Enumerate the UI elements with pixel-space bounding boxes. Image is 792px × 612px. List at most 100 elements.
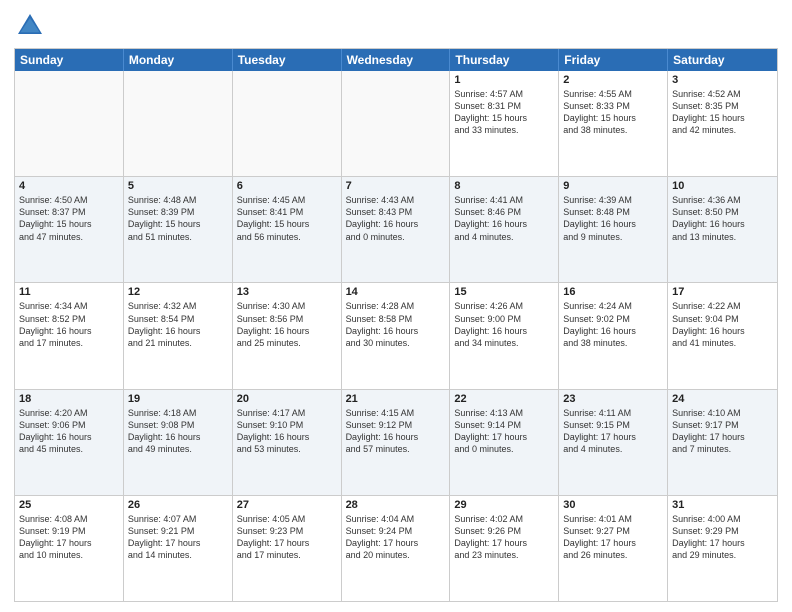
day-cell-21: 21 Sunrise: 4:15 AM Sunset: 9:12 PM Dayli…: [342, 390, 451, 495]
day-info: Sunrise: 4:11 AM Sunset: 9:15 PM Dayligh…: [563, 407, 663, 456]
day-number: 7: [346, 180, 446, 192]
day-number: 5: [128, 180, 228, 192]
day-cell-23: 23 Sunrise: 4:11 AM Sunset: 9:15 PM Dayli…: [559, 390, 668, 495]
day-number: 15: [454, 286, 554, 298]
calendar-body: 1 Sunrise: 4:57 AM Sunset: 8:31 PM Daylig…: [15, 71, 777, 601]
day-number: 16: [563, 286, 663, 298]
day-cell-14: 14Sunrise: 4:28 AM Sunset: 8:58 PM Dayli…: [342, 283, 451, 388]
day-cell-18: 18 Sunrise: 4:20 AM Sunset: 9:06 PM Dayli…: [15, 390, 124, 495]
day-number: 25: [19, 499, 119, 511]
day-number: 10: [672, 180, 773, 192]
day-cell-5: 5 Sunrise: 4:48 AM Sunset: 8:39 PM Daylig…: [124, 177, 233, 282]
day-info: Sunrise: 4:57 AM Sunset: 8:31 PM Dayligh…: [454, 88, 554, 137]
day-info: Sunrise: 4:22 AM Sunset: 9:04 PM Dayligh…: [672, 300, 773, 349]
day-info: Sunrise: 4:05 AM Sunset: 9:23 PM Dayligh…: [237, 513, 337, 562]
day-number: 19: [128, 393, 228, 405]
day-cell-30: 30Sunrise: 4:01 AM Sunset: 9:27 PM Dayli…: [559, 496, 668, 601]
day-cell-28: 28 Sunrise: 4:04 AM Sunset: 9:24 PM Dayli…: [342, 496, 451, 601]
day-info: Sunrise: 4:13 AM Sunset: 9:14 PM Dayligh…: [454, 407, 554, 456]
calendar-week-2: 4 Sunrise: 4:50 AM Sunset: 8:37 PM Daylig…: [15, 177, 777, 283]
day-info: Sunrise: 4:30 AM Sunset: 8:56 PM Dayligh…: [237, 300, 337, 349]
day-info: Sunrise: 4:08 AM Sunset: 9:19 PM Dayligh…: [19, 513, 119, 562]
day-number: 23: [563, 393, 663, 405]
day-cell-22: 22 Sunrise: 4:13 AM Sunset: 9:14 PM Dayli…: [450, 390, 559, 495]
day-info: Sunrise: 4:04 AM Sunset: 9:24 PM Dayligh…: [346, 513, 446, 562]
day-number: 22: [454, 393, 554, 405]
day-info: Sunrise: 4:17 AM Sunset: 9:10 PM Dayligh…: [237, 407, 337, 456]
calendar-week-5: 25 Sunrise: 4:08 AM Sunset: 9:19 PM Dayli…: [15, 496, 777, 601]
day-cell-12: 12 Sunrise: 4:32 AM Sunset: 8:54 PM Dayli…: [124, 283, 233, 388]
weekday-header-saturday: Saturday: [668, 49, 777, 71]
day-number: 6: [237, 180, 337, 192]
empty-cell: [233, 71, 342, 176]
day-number: 18: [19, 393, 119, 405]
empty-cell: [15, 71, 124, 176]
weekday-header-thursday: Thursday: [450, 49, 559, 71]
day-number: 21: [346, 393, 446, 405]
day-number: 17: [672, 286, 773, 298]
day-info: Sunrise: 4:45 AM Sunset: 8:41 PM Dayligh…: [237, 194, 337, 243]
page: SundayMondayTuesdayWednesdayThursdayFrid…: [0, 0, 792, 612]
weekday-header-wednesday: Wednesday: [342, 49, 451, 71]
day-number: 2: [563, 74, 663, 86]
day-info: Sunrise: 4:39 AM Sunset: 8:48 PM Dayligh…: [563, 194, 663, 243]
header: [14, 10, 778, 42]
day-number: 8: [454, 180, 554, 192]
day-info: Sunrise: 4:18 AM Sunset: 9:08 PM Dayligh…: [128, 407, 228, 456]
calendar-header-row: SundayMondayTuesdayWednesdayThursdayFrid…: [15, 49, 777, 71]
day-number: 14: [346, 286, 446, 298]
calendar-week-4: 18 Sunrise: 4:20 AM Sunset: 9:06 PM Dayli…: [15, 390, 777, 496]
day-cell-7: 7 Sunrise: 4:43 AM Sunset: 8:43 PM Daylig…: [342, 177, 451, 282]
day-cell-20: 20 Sunrise: 4:17 AM Sunset: 9:10 PM Dayli…: [233, 390, 342, 495]
day-info: Sunrise: 4:00 AM Sunset: 9:29 PM Dayligh…: [672, 513, 773, 562]
weekday-header-monday: Monday: [124, 49, 233, 71]
day-number: 1: [454, 74, 554, 86]
day-number: 28: [346, 499, 446, 511]
day-cell-15: 15 Sunrise: 4:26 AM Sunset: 9:00 PM Dayli…: [450, 283, 559, 388]
calendar: SundayMondayTuesdayWednesdayThursdayFrid…: [14, 48, 778, 602]
day-info: Sunrise: 4:20 AM Sunset: 9:06 PM Dayligh…: [19, 407, 119, 456]
day-number: 9: [563, 180, 663, 192]
day-number: 11: [19, 286, 119, 298]
calendar-week-3: 11Sunrise: 4:34 AM Sunset: 8:52 PM Dayli…: [15, 283, 777, 389]
day-cell-19: 19 Sunrise: 4:18 AM Sunset: 9:08 PM Dayli…: [124, 390, 233, 495]
day-info: Sunrise: 4:01 AM Sunset: 9:27 PM Dayligh…: [563, 513, 663, 562]
day-info: Sunrise: 4:48 AM Sunset: 8:39 PM Dayligh…: [128, 194, 228, 243]
day-info: Sunrise: 4:24 AM Sunset: 9:02 PM Dayligh…: [563, 300, 663, 349]
day-number: 12: [128, 286, 228, 298]
weekday-header-friday: Friday: [559, 49, 668, 71]
weekday-header-sunday: Sunday: [15, 49, 124, 71]
day-number: 13: [237, 286, 337, 298]
day-cell-16: 16 Sunrise: 4:24 AM Sunset: 9:02 PM Dayli…: [559, 283, 668, 388]
day-cell-29: 29Sunrise: 4:02 AM Sunset: 9:26 PM Dayli…: [450, 496, 559, 601]
empty-cell: [342, 71, 451, 176]
day-cell-4: 4 Sunrise: 4:50 AM Sunset: 8:37 PM Daylig…: [15, 177, 124, 282]
day-info: Sunrise: 4:41 AM Sunset: 8:46 PM Dayligh…: [454, 194, 554, 243]
logo: [14, 10, 50, 42]
day-cell-27: 27 Sunrise: 4:05 AM Sunset: 9:23 PM Dayli…: [233, 496, 342, 601]
day-info: Sunrise: 4:52 AM Sunset: 8:35 PM Dayligh…: [672, 88, 773, 137]
logo-icon: [14, 10, 46, 42]
day-number: 24: [672, 393, 773, 405]
day-cell-17: 17 Sunrise: 4:22 AM Sunset: 9:04 PM Dayli…: [668, 283, 777, 388]
day-cell-2: 2Sunrise: 4:55 AM Sunset: 8:33 PM Daylig…: [559, 71, 668, 176]
day-cell-10: 10Sunrise: 4:36 AM Sunset: 8:50 PM Dayli…: [668, 177, 777, 282]
day-number: 31: [672, 499, 773, 511]
day-cell-31: 31 Sunrise: 4:00 AM Sunset: 9:29 PM Dayli…: [668, 496, 777, 601]
day-info: Sunrise: 4:50 AM Sunset: 8:37 PM Dayligh…: [19, 194, 119, 243]
day-cell-24: 24Sunrise: 4:10 AM Sunset: 9:17 PM Dayli…: [668, 390, 777, 495]
day-info: Sunrise: 4:26 AM Sunset: 9:00 PM Dayligh…: [454, 300, 554, 349]
day-number: 29: [454, 499, 554, 511]
day-number: 4: [19, 180, 119, 192]
day-info: Sunrise: 4:15 AM Sunset: 9:12 PM Dayligh…: [346, 407, 446, 456]
day-info: Sunrise: 4:32 AM Sunset: 8:54 PM Dayligh…: [128, 300, 228, 349]
day-cell-26: 26Sunrise: 4:07 AM Sunset: 9:21 PM Dayli…: [124, 496, 233, 601]
day-cell-3: 3 Sunrise: 4:52 AM Sunset: 8:35 PM Daylig…: [668, 71, 777, 176]
day-info: Sunrise: 4:43 AM Sunset: 8:43 PM Dayligh…: [346, 194, 446, 243]
day-number: 20: [237, 393, 337, 405]
day-cell-8: 8 Sunrise: 4:41 AM Sunset: 8:46 PM Daylig…: [450, 177, 559, 282]
day-number: 3: [672, 74, 773, 86]
day-cell-6: 6 Sunrise: 4:45 AM Sunset: 8:41 PM Daylig…: [233, 177, 342, 282]
calendar-week-1: 1 Sunrise: 4:57 AM Sunset: 8:31 PM Daylig…: [15, 71, 777, 177]
day-number: 27: [237, 499, 337, 511]
